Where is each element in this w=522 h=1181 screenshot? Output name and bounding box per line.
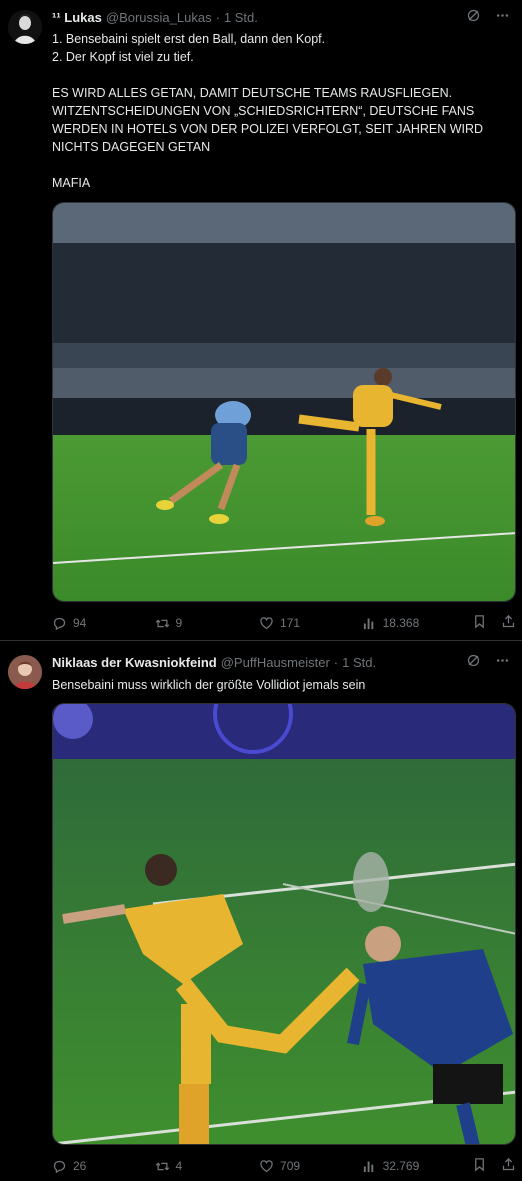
timestamp[interactable]: 1 Std.: [224, 10, 258, 25]
tweet-2[interactable]: Niklaas der Kwasniokfeind @PuffHausmeist…: [0, 641, 522, 1181]
tweet-text: 1. Bensebaini spielt erst den Ball, dann…: [52, 32, 484, 190]
separator-dot: ·: [333, 655, 339, 670]
tweet-video[interactable]: [52, 202, 516, 602]
display-name[interactable]: Niklaas der Kwasniokfeind: [52, 655, 217, 670]
avatar[interactable]: [8, 10, 42, 44]
reply-button[interactable]: 26: [52, 1159, 155, 1174]
views-button[interactable]: 18.368: [362, 616, 472, 631]
like-button[interactable]: 709: [259, 1159, 362, 1174]
tweet-header: Niklaas der Kwasniokfeind @PuffHausmeist…: [52, 653, 514, 671]
reply-count: 26: [73, 1159, 87, 1173]
share-icon[interactable]: [501, 614, 516, 632]
user-handle[interactable]: @Borussia_Lukas: [106, 10, 212, 25]
share-icon[interactable]: [501, 1157, 516, 1175]
retweet-button[interactable]: 4: [155, 1159, 260, 1174]
retweet-button[interactable]: 9: [155, 616, 260, 631]
tweet-video[interactable]: [52, 703, 516, 1145]
tweet-text: Bensebaini muss wirklich der größte Voll…: [52, 678, 366, 692]
display-name-text: Lukas: [64, 10, 102, 25]
tweet-header: ¹¹ Lukas @Borussia_Lukas · 1 Std.: [52, 8, 514, 26]
views-icon: [363, 618, 373, 629]
avatar[interactable]: [8, 655, 42, 689]
view-count: 18.368: [382, 616, 420, 630]
like-count: 171: [280, 616, 301, 630]
views-button[interactable]: 32.769: [362, 1159, 472, 1174]
grok-icon[interactable]: [466, 653, 481, 671]
name-prefix: ¹¹: [52, 10, 61, 25]
like-count: 709: [280, 1159, 301, 1173]
heart-icon: [260, 1159, 273, 1172]
retweet-count: 9: [175, 616, 183, 630]
separator-dot: ·: [215, 10, 220, 25]
reply-count: 94: [73, 616, 87, 630]
reply-icon: [53, 1160, 66, 1173]
reply-icon: [53, 617, 66, 630]
like-button[interactable]: 171: [259, 616, 362, 631]
more-options-icon[interactable]: [495, 653, 510, 671]
retweet-count: 4: [175, 1159, 183, 1173]
timestamp[interactable]: 1 Std.: [342, 655, 376, 670]
display-name[interactable]: ¹¹ Lukas: [52, 10, 102, 25]
tweet-actions: 26 4 709 32.769: [52, 1157, 516, 1175]
user-handle[interactable]: @PuffHausmeister: [221, 655, 330, 670]
retweet-icon: [155, 618, 169, 628]
bookmark-icon[interactable]: [472, 1157, 487, 1175]
view-count: 32.769: [382, 1159, 420, 1173]
heart-icon: [260, 616, 273, 629]
tweet-1[interactable]: ¹¹ Lukas @Borussia_Lukas · 1 Std. 1. Ben…: [0, 0, 522, 640]
reply-button[interactable]: 94: [52, 616, 155, 631]
views-icon: [363, 1161, 373, 1172]
bookmark-icon[interactable]: [472, 614, 487, 632]
retweet-icon: [155, 1161, 169, 1171]
grok-icon[interactable]: [466, 8, 481, 26]
more-options-icon[interactable]: [495, 8, 510, 26]
tweet-actions: 94 9 171 18.368: [52, 614, 516, 632]
